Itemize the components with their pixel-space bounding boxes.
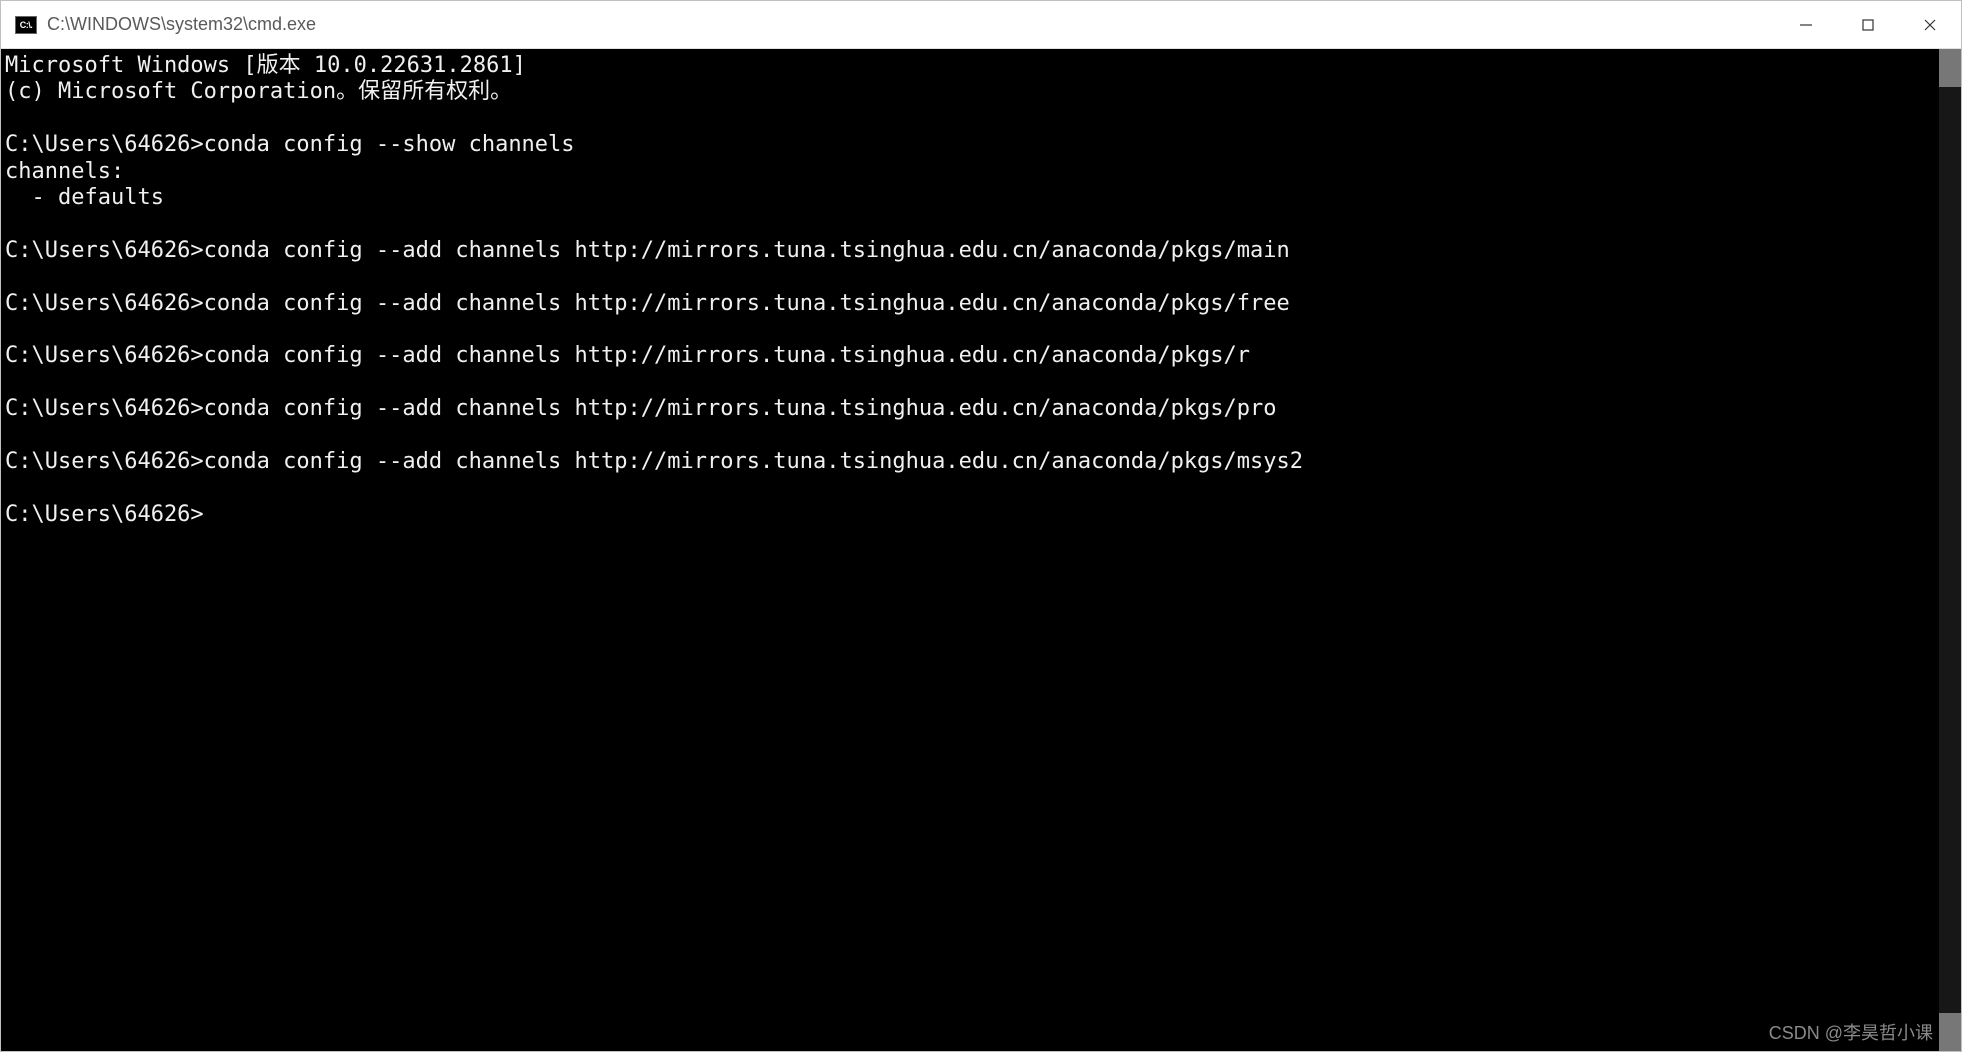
terminal-blank xyxy=(5,475,1939,501)
terminal-blank xyxy=(5,106,1939,132)
terminal-line: Microsoft Windows [版本 10.0.22631.2861] xyxy=(5,53,1939,79)
terminal-area: Microsoft Windows [版本 10.0.22631.2861](c… xyxy=(1,49,1961,1051)
window-controls xyxy=(1775,1,1961,48)
terminal-line: (c) Microsoft Corporation。保留所有权利。 xyxy=(5,79,1939,105)
maximize-button[interactable] xyxy=(1837,1,1899,48)
scrollbar-thumb[interactable] xyxy=(1939,1013,1961,1051)
watermark-text: CSDN @李昊哲小课 xyxy=(1769,1019,1933,1045)
maximize-icon xyxy=(1861,18,1875,32)
cmd-window: C:\. C:\WINDOWS\system32\cmd.exe Microso… xyxy=(0,0,1962,1052)
terminal-blank xyxy=(5,264,1939,290)
title-bar[interactable]: C:\. C:\WINDOWS\system32\cmd.exe xyxy=(1,1,1961,49)
close-button[interactable] xyxy=(1899,1,1961,48)
terminal-blank xyxy=(5,211,1939,237)
window-title: C:\WINDOWS\system32\cmd.exe xyxy=(47,14,1775,35)
scrollbar-thumb[interactable] xyxy=(1939,49,1961,87)
minimize-icon xyxy=(1799,18,1813,32)
terminal-output[interactable]: Microsoft Windows [版本 10.0.22631.2861](c… xyxy=(1,49,1939,1051)
terminal-line: C:\Users\64626>conda config --add channe… xyxy=(5,343,1939,369)
terminal-blank xyxy=(5,370,1939,396)
terminal-line: C:\Users\64626>conda config --add channe… xyxy=(5,291,1939,317)
terminal-line: C:\Users\64626>conda config --add channe… xyxy=(5,449,1939,475)
terminal-line: C:\Users\64626>conda config --show chann… xyxy=(5,132,1939,158)
vertical-scrollbar[interactable] xyxy=(1939,49,1961,1051)
terminal-line: C:\Users\64626>conda config --add channe… xyxy=(5,396,1939,422)
close-icon xyxy=(1923,18,1937,32)
terminal-blank xyxy=(5,422,1939,448)
terminal-line: C:\Users\64626>conda config --add channe… xyxy=(5,238,1939,264)
terminal-blank xyxy=(5,317,1939,343)
minimize-button[interactable] xyxy=(1775,1,1837,48)
cmd-icon: C:\. xyxy=(15,16,37,34)
terminal-prompt: C:\Users\64626> xyxy=(5,502,1939,528)
terminal-line: channels: xyxy=(5,159,1939,185)
terminal-line: - defaults xyxy=(5,185,1939,211)
